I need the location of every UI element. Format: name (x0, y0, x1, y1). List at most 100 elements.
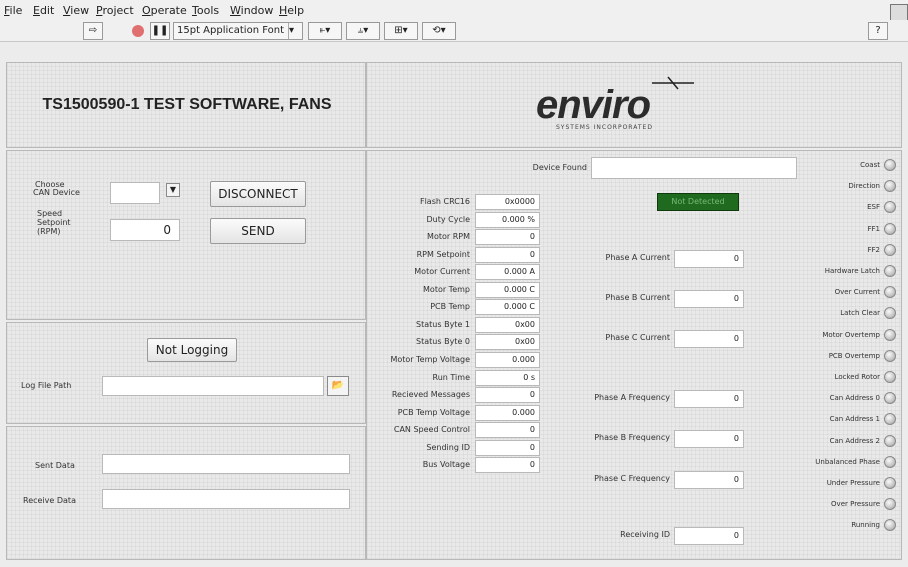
phase-label: Phase C Current (605, 333, 670, 342)
logo-wordmark: enviro (536, 83, 651, 127)
folder-icon[interactable]: 📂 (327, 376, 349, 396)
indicator-led-icon (884, 392, 896, 404)
menu-view[interactable]: View (63, 4, 89, 17)
indicator-label: Can Address 2 (829, 437, 880, 445)
resize-objects-icon[interactable]: ⊞▾ (384, 22, 418, 40)
reading-label: Motor Current (414, 267, 470, 276)
indicator-led-icon (884, 180, 896, 192)
indicator-label: Unbalanced Phase (815, 458, 880, 466)
phase-value: 0 (674, 290, 744, 308)
indicator-label: PCB Overtemp (828, 352, 880, 360)
reading-value: 0.000 A (475, 264, 540, 280)
phase-label: Phase B Current (605, 293, 670, 302)
reading-value: 0 (475, 422, 540, 438)
indicator-led-icon (884, 435, 896, 447)
indicator-label: Coast (860, 161, 880, 169)
receive-data-field (102, 489, 350, 509)
font-selector[interactable]: 15pt Application Font ▾ (173, 22, 303, 40)
help-button[interactable]: ? (868, 22, 888, 40)
reading-value: 0 (475, 387, 540, 403)
indicator-label: Under Pressure (826, 479, 880, 487)
log-file-path-label: Log File Path (21, 381, 72, 390)
indicator-label: ESF (867, 203, 880, 211)
receive-data-label: Receive Data (23, 496, 76, 505)
device-found-label: Device Found (532, 163, 587, 172)
indicator-label: Locked Rotor (834, 373, 880, 381)
indicator-led-icon (884, 265, 896, 277)
device-status-indicator: Not Detected (657, 193, 739, 211)
phase-value: 0 (674, 430, 744, 448)
phase-value: 0 (674, 527, 744, 545)
menu-tools[interactable]: Tools (192, 4, 219, 17)
reading-label: Recieved Messages (391, 390, 470, 399)
indicator-led-icon (884, 477, 896, 489)
reading-label: PCB Temp Voltage (397, 408, 470, 417)
rpm-label: (RPM) (37, 227, 61, 236)
reading-value: 0 s (475, 370, 540, 386)
phase-label: Receiving ID (620, 530, 670, 539)
header-logo-panel: enviro SYSTEMS INCORPORATED (366, 62, 902, 148)
phase-value: 0 (674, 390, 744, 408)
reading-label: CAN Speed Control (393, 425, 470, 434)
reading-label: Flash CRC16 (419, 197, 470, 206)
indicator-label: Over Current (834, 288, 880, 296)
reorder-icon[interactable]: ⟲▾ (422, 22, 456, 40)
sent-data-field (102, 454, 350, 474)
reading-label: Motor RPM (427, 232, 470, 241)
indicator-led-icon (884, 329, 896, 341)
reading-value: 0.000 % (475, 212, 540, 228)
can-device-select[interactable] (110, 182, 160, 204)
dropdown-arrow-icon[interactable]: ▼ (166, 183, 180, 197)
phase-label: Phase A Current (605, 253, 671, 262)
indicator-label: Hardware Latch (824, 267, 880, 275)
connection-panel: Choose CAN Device ▼ Speed Setpoint (RPM)… (6, 150, 366, 320)
menu-edit[interactable]: Edit (33, 4, 54, 17)
menu-project[interactable]: Project (96, 4, 134, 17)
reading-value: 0.000 (475, 405, 540, 421)
menu-window[interactable]: Window (230, 4, 273, 17)
log-file-path-input[interactable] (102, 376, 324, 396)
logging-toggle-button[interactable]: Not Logging (147, 338, 237, 362)
indicator-led-icon (884, 307, 896, 319)
phase-label: Phase C Frequency (594, 474, 670, 483)
send-button[interactable]: SEND (210, 218, 306, 244)
enviro-logo: enviro SYSTEMS INCORPORATED (532, 75, 752, 135)
font-selector-label: 15pt Application Font (177, 25, 284, 36)
indicator-led-icon (884, 159, 896, 171)
disconnect-button[interactable]: DISCONNECT (210, 181, 306, 207)
reading-label: PCB Temp (430, 302, 470, 311)
header-title-panel: TS1500590-1 TEST SOFTWARE, FANS (6, 62, 366, 148)
toolbar: ⇨ ❚❚ 15pt Application Font ▾ ⫦▾ ⫨▾ ⊞▾ ⟲▾ … (0, 20, 908, 42)
menu-operate[interactable]: Operate (142, 4, 187, 17)
phase-value: 0 (674, 330, 744, 348)
indicator-label: Direction (848, 182, 880, 190)
reading-value: 0x00 (475, 317, 540, 333)
run-arrow-icon[interactable]: ⇨ (83, 22, 103, 40)
indicator-label: FF2 (867, 246, 880, 254)
phase-value: 0 (674, 471, 744, 489)
indicator-label: Can Address 1 (829, 415, 880, 423)
reading-value: 0.000 C (475, 282, 540, 298)
speed-setpoint-input[interactable]: 0 (110, 219, 180, 241)
indicator-led-icon (884, 498, 896, 510)
reading-label: Motor Temp (423, 285, 470, 294)
pause-icon[interactable]: ❚❚ (150, 22, 170, 40)
setpoint-label: Setpoint (37, 218, 71, 227)
menu-bar: File Edit View Project Operate Tools Win… (0, 0, 908, 20)
data-panel: Sent Data Receive Data (6, 426, 366, 560)
indicator-led-icon (884, 201, 896, 213)
menu-help[interactable]: Help (279, 4, 304, 17)
reading-value: 0x00 (475, 334, 540, 350)
distribute-objects-icon[interactable]: ⫨▾ (346, 22, 380, 40)
indicator-label: FF1 (867, 225, 880, 233)
sent-data-label: Sent Data (35, 461, 75, 470)
indicator-label: Motor Overtemp (822, 331, 880, 339)
speed-label: Speed (37, 209, 63, 218)
indicator-led-icon (884, 371, 896, 383)
align-objects-icon[interactable]: ⫦▾ (308, 22, 342, 40)
indicator-led-icon (884, 413, 896, 425)
logo-subtitle: SYSTEMS INCORPORATED (556, 124, 653, 131)
indicator-label: Latch Clear (840, 309, 880, 317)
menu-file[interactable]: File (4, 4, 22, 17)
stop-icon[interactable] (128, 22, 148, 40)
